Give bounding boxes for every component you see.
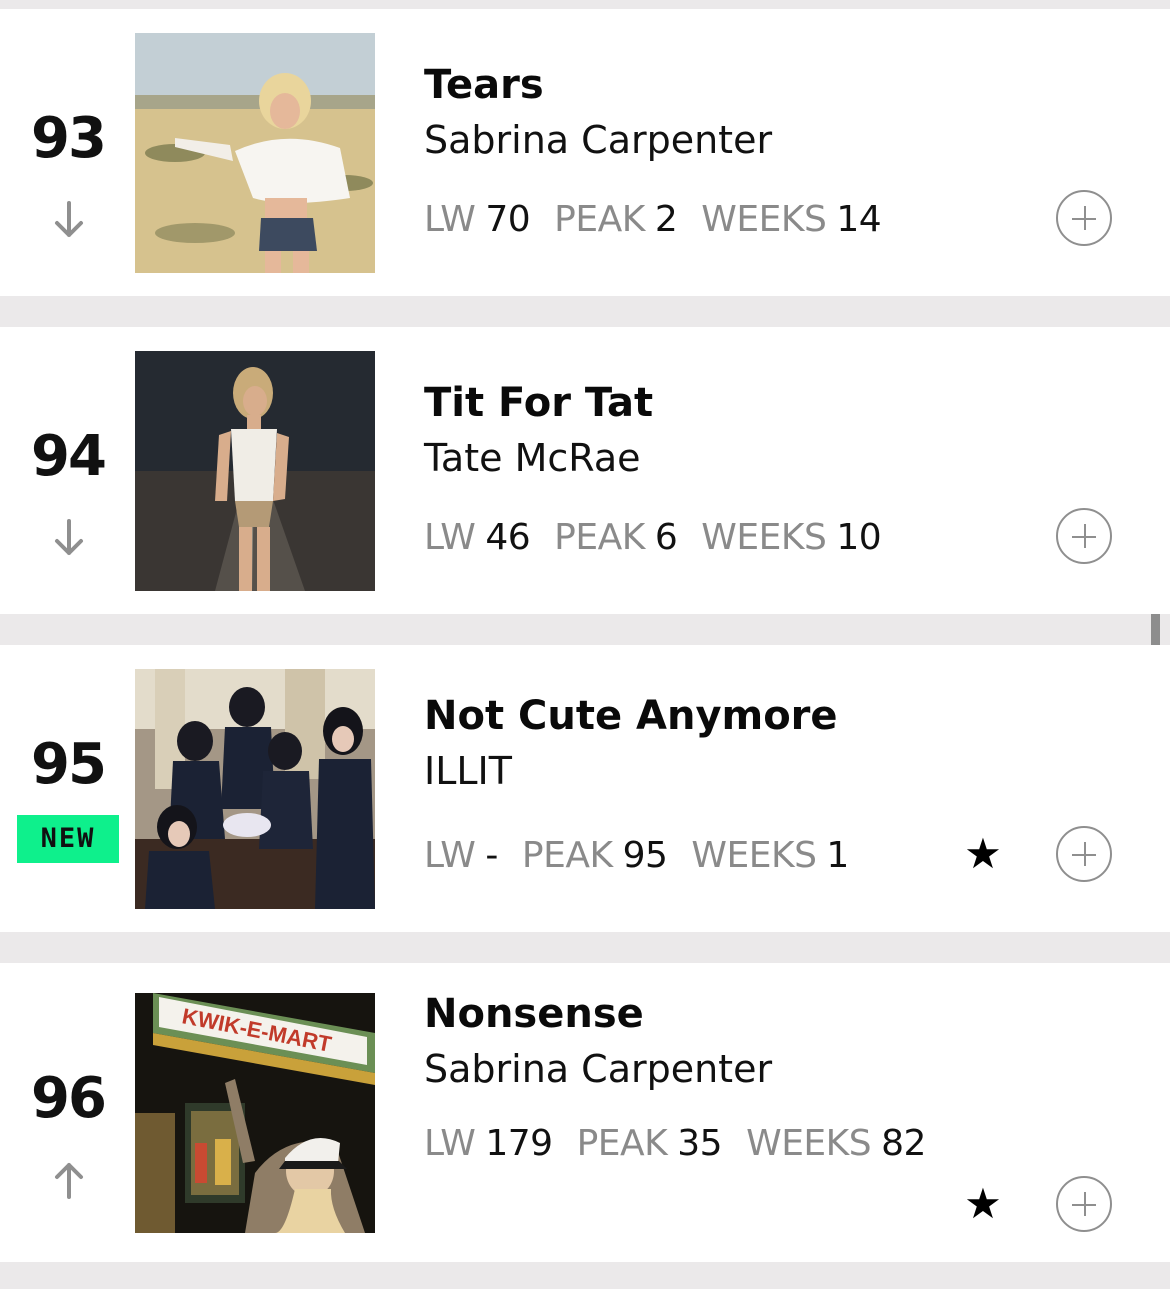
album-art[interactable]: KWIK-E-MART [135,993,375,1233]
arrow-up-icon [49,1158,89,1202]
peak-label: PEAK [554,199,645,240]
rank-number: 93 [31,106,107,171]
weeks-label: WEEKS [701,199,827,240]
peak-value: 2 [654,199,678,240]
last-week-value: 179 [485,1123,553,1164]
chart-stats: LW 46 PEAK 6 WEEKS 10 [424,517,882,558]
weeks-label: WEEKS [746,1123,872,1164]
peak-label: PEAK [554,517,645,558]
last-week-value: 46 [485,517,531,558]
peak-label: PEAK [576,1123,668,1164]
chart-entry: 96 KWIK-E-MART Nonsense Sabrina Carpente… [0,963,1170,1262]
song-title[interactable]: Tit For Tat [424,383,653,423]
rank-number: 96 [31,1066,107,1131]
rank-number: 94 [31,424,107,489]
weeks-value: 1 [826,835,849,876]
album-art[interactable] [135,669,375,909]
artist-name[interactable]: Sabrina Carpenter [424,1050,772,1088]
star-icon: ★ [964,1179,1002,1228]
last-week-label: LW [424,199,476,240]
star-icon: ★ [964,829,1002,878]
add-button[interactable] [1056,1176,1112,1232]
rank-number: 95 [31,732,107,797]
artist-name[interactable]: ILLIT [424,752,512,790]
artist-name[interactable]: Sabrina Carpenter [424,121,772,159]
peak-label: PEAK [521,835,613,876]
arrow-down-icon [49,198,89,242]
arrow-down-icon [49,516,89,560]
artist-name[interactable]: Tate McRae [424,439,640,477]
last-week-value: 70 [485,199,531,240]
last-week-label: LW [424,1123,476,1164]
add-button[interactable] [1056,508,1112,564]
chart-entry: 93 Tears Sabrina Carpenter LW 70 PEAK 2 WEEK… [0,9,1170,296]
chart-entry: 95 NEW Not Cute Anymore ILLIT LW - PEAK 95 W… [0,645,1170,932]
album-art[interactable] [135,351,375,591]
chart-stats: LW 179 PEAK 35 WEEKS 82 [424,1126,926,1162]
last-week-value: - [485,835,498,876]
weeks-value: 14 [836,199,882,240]
chart-stats: LW - PEAK 95 WEEKS 1 [424,838,849,874]
new-badge: NEW [17,815,119,863]
chart-entry: 94 Tit For Tat Tate McRae LW 46 PEAK 6 WEEKS… [0,327,1170,614]
album-art[interactable] [135,33,375,273]
song-title[interactable]: Nonsense [424,994,644,1034]
song-title[interactable]: Not Cute Anymore [424,696,838,736]
peak-value: 95 [622,835,668,876]
add-button[interactable] [1056,190,1112,246]
weeks-label: WEEKS [691,835,817,876]
peak-value: 6 [654,517,678,558]
chart-stats: LW 70 PEAK 2 WEEKS 14 [424,199,882,240]
song-title[interactable]: Tears [424,65,544,105]
peak-value: 35 [677,1123,723,1164]
weeks-label: WEEKS [701,517,827,558]
add-button[interactable] [1056,826,1112,882]
last-week-label: LW [424,517,476,558]
weeks-value: 82 [881,1123,926,1164]
last-week-label: LW [424,835,476,876]
weeks-value: 10 [836,517,882,558]
